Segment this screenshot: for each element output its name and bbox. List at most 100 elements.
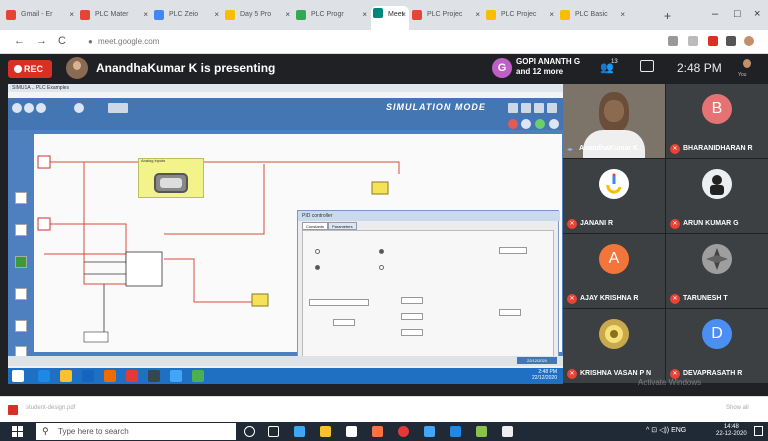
maximize-button[interactable]: □ [734,8,741,20]
tab-close-icon[interactable]: × [214,8,219,22]
sim-stop-icon[interactable] [547,103,557,113]
browser-tab[interactable]: PLC Projec × [484,8,557,28]
show-all-downloads-link[interactable]: Show all [726,405,749,411]
notification-icon[interactable] [754,426,763,436]
pid-td-field[interactable] [401,329,423,336]
pid-pwm-field[interactable] [499,309,521,316]
tab-close-icon[interactable]: × [69,8,74,22]
pid-setpoint-field[interactable] [499,247,527,254]
browser-tab[interactable]: PLC Zeio × [152,8,222,28]
reload-icon[interactable]: C [58,35,66,47]
forward-icon[interactable]: → [36,35,47,47]
pid-tab-parameters[interactable]: Parameters [328,222,357,230]
chrome-icon[interactable] [398,426,409,437]
app-icon-2[interactable] [450,426,461,437]
sim-settings-icon[interactable] [521,119,531,129]
close-window-button[interactable]: × [754,8,760,20]
chat-icon[interactable] [640,60,654,72]
pid-radio-reverse[interactable] [379,265,384,270]
cortana-icon[interactable] [244,426,255,437]
browser-tab[interactable]: Meet × [371,6,409,30]
url-field[interactable]: ● meet.google.com [88,34,558,50]
participant-tile[interactable]: ✕ TARUNESH T [666,234,768,308]
tab-favicon-icon [6,10,16,20]
tab-close-icon[interactable]: × [401,6,406,24]
sim-zoom-select[interactable] [108,103,128,113]
app-icon-1[interactable] [424,426,435,437]
system-tray[interactable]: ^ ⊡ ◁)) ENG [646,426,686,434]
sim-help-icon[interactable] [74,103,84,113]
volume-icon[interactable]: ◁)) [659,427,669,434]
analog-panel-title: Analog inputs [141,158,166,163]
sim-open-icon[interactable] [24,103,34,113]
input-slot-4[interactable] [15,288,27,300]
participant-tile[interactable]: ✕ KRISHNA VASAN P N [563,309,665,383]
back-icon[interactable]: ← [14,35,25,47]
tab-close-icon[interactable]: × [549,8,554,22]
file-explorer-icon[interactable] [320,426,331,437]
google-logo-icon [606,173,622,194]
presenter-video [599,92,629,132]
tab-close-icon[interactable]: × [620,8,625,22]
tab-close-icon[interactable]: × [285,8,290,22]
app-icon-4[interactable] [502,426,513,437]
taskbar-search-box[interactable]: ⚲ Type here to search [36,423,236,440]
input-slot-1[interactable] [15,192,27,204]
sim-step-icon[interactable] [549,119,559,129]
new-tab-button[interactable]: + [664,9,671,23]
language-indicator[interactable]: ENG [671,427,686,434]
pid-kp-field[interactable] [401,297,423,304]
download-filename[interactable]: student-design.pdf [26,405,75,411]
participant-tile[interactable]: A ✕ AJAY KRISHNA R [563,234,665,308]
input-slot-5[interactable] [15,320,27,332]
browser-tab[interactable]: Day 5 Pro × [223,8,293,28]
browser-tab[interactable]: PLC Progr × [294,8,370,28]
extension-icon[interactable] [708,36,718,46]
pid-gain-field[interactable] [333,319,355,326]
windows-start-icon[interactable] [12,426,23,437]
sim-pause-icon[interactable] [508,119,518,129]
pid-type-select[interactable] [309,299,369,306]
minimize-button[interactable]: – [712,8,718,20]
browser-tab[interactable]: PLC Mater × [78,8,151,28]
input-slot-2[interactable] [15,224,27,236]
sim-run-icon[interactable] [535,119,545,129]
puzzle-icon[interactable] [726,36,736,46]
analog-knob-icon[interactable] [154,173,188,193]
pid-radio-direct[interactable] [379,249,384,254]
pid-dialog-title: PID controller [298,211,560,221]
media-player-icon[interactable] [372,426,383,437]
profile-avatar-icon[interactable] [744,36,754,46]
participant-tile[interactable]: ◂▸ AnandhaKumar K [563,84,665,158]
taskbar-clock[interactable]: 14:48 22-12-2020 [716,424,747,438]
tab-close-icon[interactable]: × [143,8,148,22]
cast-icon[interactable] [668,36,678,46]
sim-tool-icon[interactable] [508,103,518,113]
browser-tab[interactable]: PLC Projec × [410,8,483,28]
task-view-icon[interactable] [268,426,279,437]
participant-tile[interactable]: B ✕ BHARANIDHARAN R [666,84,768,158]
participant-tile[interactable]: ✕ JANANI R [563,159,665,233]
pdf-file-icon[interactable] [8,405,18,415]
tray-chevron-icon[interactable]: ^ [646,427,649,434]
pid-tab-constants[interactable]: Constants [302,222,329,230]
tab-close-icon[interactable]: × [362,8,367,22]
pid-radio-digital[interactable] [315,265,320,270]
sim-save-icon[interactable] [36,103,46,113]
network-icon[interactable]: ⊡ [651,427,657,434]
sim-s-icon[interactable] [521,103,531,113]
participant-tile[interactable]: ✕ ARUN KUMAR G [666,159,768,233]
sim-new-icon[interactable] [12,103,22,113]
pid-ti-field[interactable] [401,313,423,320]
edge-icon[interactable] [294,426,305,437]
pid-radio-analog[interactable] [315,249,320,254]
sim-signal-icon[interactable] [534,103,544,113]
input-slot-3[interactable] [15,256,27,268]
app-icon-3[interactable] [476,426,487,437]
participant-tile[interactable]: D ✕ DEVAPRASATH R [666,309,768,383]
tab-close-icon[interactable]: × [475,8,480,22]
browser-tab[interactable]: Gmail - Er × [4,8,77,28]
browser-tab[interactable]: PLC Basic × [558,8,628,28]
star-icon[interactable] [688,36,698,46]
store-icon[interactable] [346,426,357,437]
